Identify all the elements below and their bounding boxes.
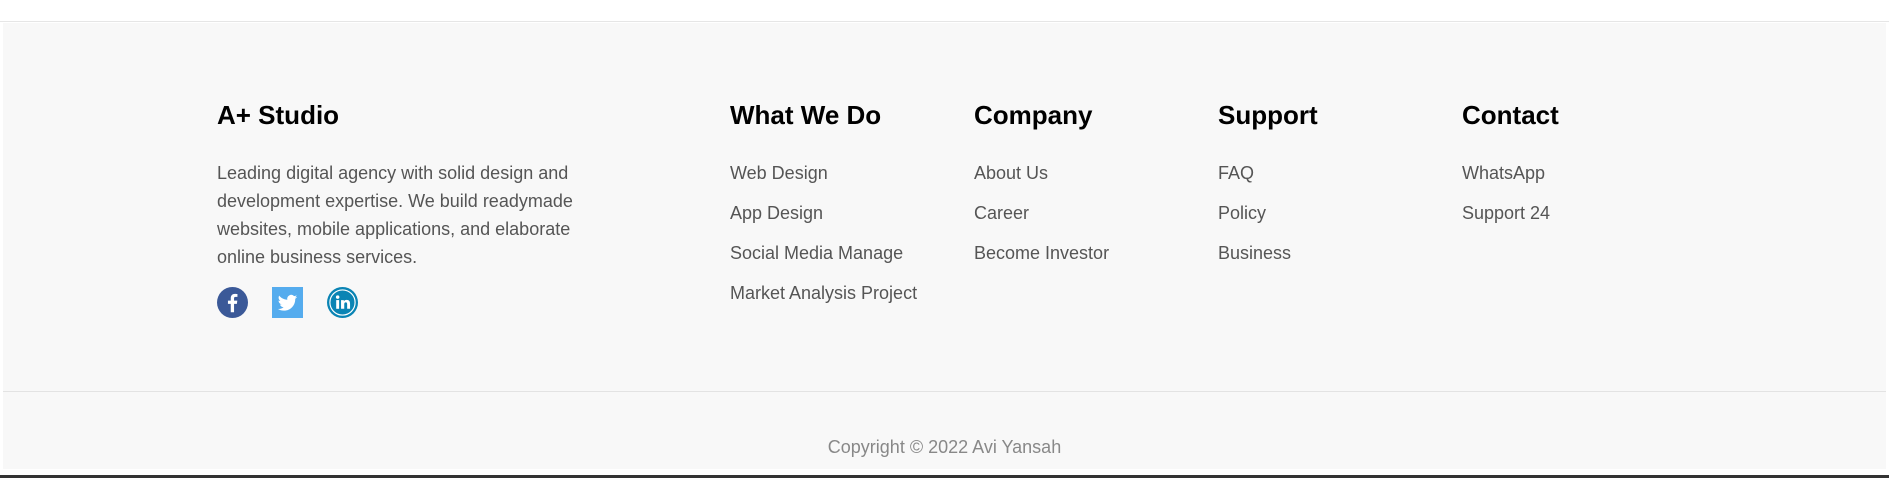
site-footer: A+ Studio Leading digital agency with so… [3, 23, 1886, 469]
link-social-media-manage[interactable]: Social Media Manage [730, 239, 930, 267]
what-we-do-heading: What We Do [730, 100, 882, 130]
link-career[interactable]: Career [974, 199, 1109, 227]
support-links: FAQ Policy Business [1218, 159, 1291, 279]
social-links [217, 287, 358, 318]
brand-name: A+ Studio [217, 100, 340, 130]
link-policy[interactable]: Policy [1218, 199, 1291, 227]
link-whatsapp[interactable]: WhatsApp [1462, 159, 1550, 187]
link-business[interactable]: Business [1218, 239, 1291, 267]
copyright-text: Copyright © 2022 Avi Yansah [827, 437, 1062, 457]
top-strip [0, 0, 1889, 22]
link-web-design[interactable]: Web Design [730, 159, 930, 187]
contact-links: WhatsApp Support 24 [1462, 159, 1550, 239]
link-faq[interactable]: FAQ [1218, 159, 1291, 187]
company-heading: Company [974, 100, 1093, 130]
link-about-us[interactable]: About Us [974, 159, 1109, 187]
link-market-analysis-project[interactable]: Market Analysis Project [730, 279, 930, 307]
link-app-design[interactable]: App Design [730, 199, 930, 227]
footer-divider [3, 391, 1886, 392]
support-heading: Support [1218, 100, 1318, 130]
what-we-do-links: Web Design App Design Social Media Manag… [730, 159, 930, 319]
contact-heading: Contact [1462, 100, 1559, 130]
linkedin-icon[interactable] [327, 287, 358, 318]
brand-description: Leading digital agency with solid design… [217, 163, 573, 267]
link-support-24[interactable]: Support 24 [1462, 199, 1550, 227]
link-become-investor[interactable]: Become Investor [974, 239, 1109, 267]
company-links: About Us Career Become Investor [974, 159, 1109, 279]
twitter-icon[interactable] [272, 287, 303, 318]
facebook-icon[interactable] [217, 287, 248, 318]
